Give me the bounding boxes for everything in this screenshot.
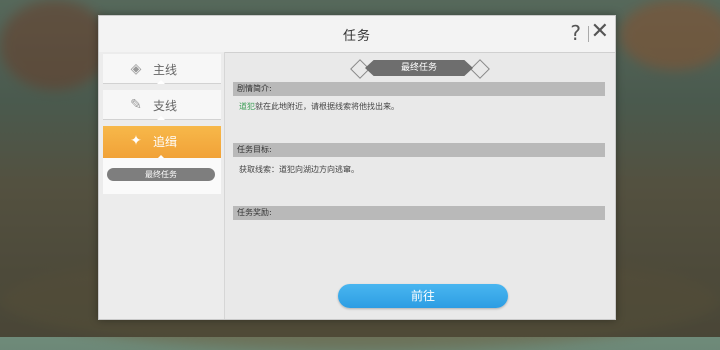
npc-name[interactable]: 道犯 <box>239 102 255 111</box>
close-icon[interactable]: ✕ <box>591 20 609 44</box>
quest-dialog: 任务 ? ✕ ◈ 主线 ✎ 支线 ✦ 追缉 最终任务 最终任务 剧情简介: 道犯 <box>98 15 616 320</box>
reward-section-header: 任务奖励: <box>233 206 605 220</box>
side-quest-icon: ✎ <box>130 97 142 113</box>
story-section-header: 剧情简介: <box>233 82 605 96</box>
pursuit-icon: ✦ <box>130 133 142 149</box>
tab-label: 支线 <box>153 99 178 113</box>
tab-side-quest[interactable]: ✎ 支线 <box>103 90 221 120</box>
subtab-panel: 最终任务 <box>103 158 221 194</box>
quest-name-banner: 最终任务 <box>365 60 473 76</box>
dialog-title: 任务 <box>342 29 371 44</box>
tab-pursuit[interactable]: ✦ 追缉 <box>103 126 221 159</box>
story-description: 就在此地附近，请根据线索将他找出来。 <box>255 102 399 111</box>
help-icon[interactable]: ? <box>570 21 581 45</box>
go-button[interactable]: 前往 <box>338 284 508 308</box>
tab-notch <box>157 116 165 120</box>
tab-label: 追缉 <box>153 135 178 149</box>
quest-detail-panel: 最终任务 剧情简介: 道犯就在此地附近，请根据线索将他找出来。 任务目标: 获取… <box>225 52 615 319</box>
objective-section-header: 任务目标: <box>233 143 605 157</box>
main-quest-icon: ◈ <box>130 61 142 77</box>
quest-category-sidebar: ◈ 主线 ✎ 支线 ✦ 追缉 最终任务 <box>99 52 225 319</box>
tab-notch <box>157 80 165 84</box>
titlebar-separator <box>588 26 589 42</box>
objective-text: 获取线索：道犯向湖边方向逃窜。 <box>239 165 359 174</box>
subtab-final-quest[interactable]: 最终任务 <box>107 168 215 181</box>
banner-right-ornament <box>470 59 490 79</box>
dialog-titlebar: 任务 ? ✕ <box>99 16 615 53</box>
tab-main-quest[interactable]: ◈ 主线 <box>103 54 221 84</box>
tab-label: 主线 <box>153 63 178 77</box>
story-text: 道犯就在此地附近，请根据线索将他找出来。 <box>239 101 399 112</box>
